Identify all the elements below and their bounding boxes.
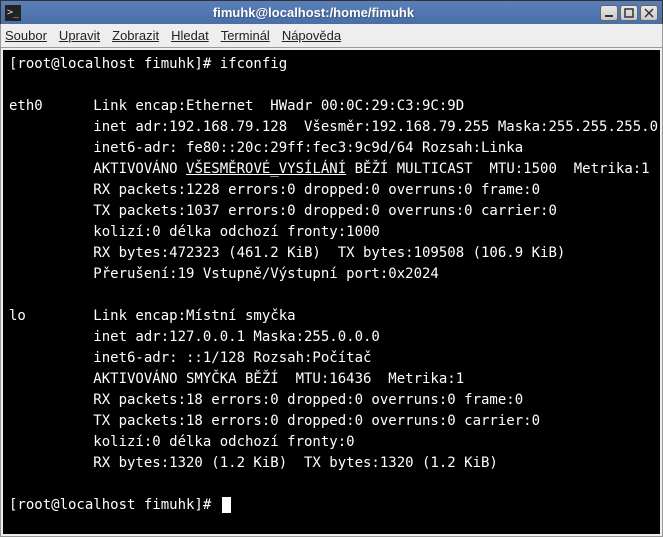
maximize-icon: [624, 8, 634, 18]
minimize-icon: [604, 8, 614, 18]
menu-terminal[interactable]: Terminál: [221, 28, 270, 43]
close-icon: [644, 8, 654, 18]
prompt: [root@localhost fimuhk]#: [9, 56, 220, 72]
menu-soubor[interactable]: Soubor: [5, 28, 47, 43]
cursor: [222, 497, 231, 513]
command-text: ifconfig: [220, 56, 287, 72]
maximize-button[interactable]: [620, 5, 638, 21]
menu-zobrazit[interactable]: Zobrazit: [112, 28, 159, 43]
minimize-button[interactable]: [600, 5, 618, 21]
terminal-output: eth0 Link encap:Ethernet HWadr 00:0C:29:…: [9, 98, 658, 471]
terminal-icon: >_: [5, 5, 21, 21]
terminal[interactable]: [root@localhost fimuhk]# ifconfig eth0 L…: [3, 50, 660, 534]
window-title: fimuhk@localhost:/home/fimuhk: [27, 5, 600, 20]
terminal-frame: [root@localhost fimuhk]# ifconfig eth0 L…: [0, 48, 663, 537]
menu-napoveda[interactable]: Nápověda: [282, 28, 341, 43]
window-buttons: [600, 5, 658, 21]
menu-hledat[interactable]: Hledat: [171, 28, 209, 43]
close-button[interactable]: [640, 5, 658, 21]
titlebar[interactable]: >_ fimuhk@localhost:/home/fimuhk: [0, 0, 663, 24]
menu-upravit[interactable]: Upravit: [59, 28, 100, 43]
prompt: [root@localhost fimuhk]#: [9, 497, 220, 513]
menubar: Soubor Upravit Zobrazit Hledat Terminál …: [0, 24, 663, 48]
